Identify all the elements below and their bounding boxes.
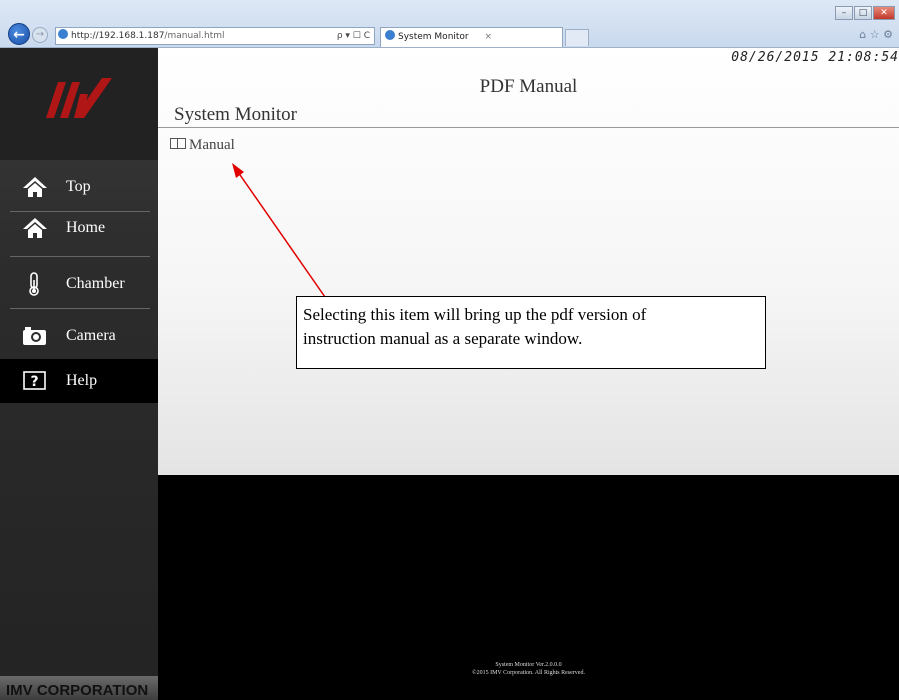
callout-line-1: Selecting this item will bring up the pd… (303, 305, 647, 324)
ie-tab-icon (385, 30, 395, 40)
svg-text:?: ? (30, 374, 38, 390)
sidebar-item-label: Chamber (66, 275, 125, 292)
footer: System Monitor Ver.2.0.0.0 ©2015 IMV Cor… (158, 475, 899, 700)
book-icon (170, 138, 186, 149)
minimize-icon[interactable]: – (835, 6, 853, 20)
close-window-icon[interactable]: ✕ (873, 6, 895, 20)
sidebar-item-home[interactable]: Home (0, 206, 158, 250)
sidebar-item-label: Top (66, 178, 91, 195)
footer-text: System Monitor Ver.2.0.0.0 ©2015 IMV Cor… (158, 661, 899, 677)
browser-toolbar: ← → http://192.168.1.187/manual.html ρ ▾… (0, 0, 899, 48)
url-host: http://192.168.1.187 (71, 31, 165, 41)
page-title: PDF Manual (479, 76, 578, 97)
annotation-callout: Selecting this item will bring up the pd… (296, 296, 766, 369)
sidebar: Top Home Chamber Camera ? Help IMV CORPO… (0, 48, 158, 700)
url-path: /manual.html (164, 31, 225, 41)
tab-close-icon[interactable]: × (484, 28, 492, 46)
divider (158, 127, 899, 128)
camera-icon (23, 327, 46, 345)
sidebar-item-label: Camera (66, 327, 116, 344)
manual-link-label: Manual (189, 137, 235, 153)
tab-title: System Monitor (398, 32, 469, 42)
home-icon (23, 177, 47, 197)
thermometer-icon (29, 272, 39, 296)
divider (10, 256, 150, 257)
sidebar-item-help[interactable]: ? Help (0, 359, 158, 403)
help-icon: ? (23, 371, 46, 390)
sidebar-item-camera[interactable]: Camera (0, 314, 158, 358)
browser-tools-icons[interactable]: ⌂ ☆ ⚙ (859, 27, 893, 43)
section-title: System Monitor (174, 104, 297, 125)
home-icon (23, 218, 47, 238)
ie-page-icon (58, 29, 68, 39)
sidebar-item-label: Home (66, 219, 106, 236)
forward-arrow-icon[interactable]: → (32, 27, 48, 43)
imv-logo-icon (46, 78, 112, 118)
maximize-icon[interactable]: □ (854, 6, 872, 20)
version-text: System Monitor Ver.2.0.0.0 (495, 662, 562, 668)
datetime-display: 08/26/2015 21:08:54 (731, 50, 899, 65)
divider (10, 308, 150, 309)
copyright-text: ©2015 IMV Corporation. All Rights Reserv… (472, 670, 585, 676)
main-content: 08/26/2015 21:08:54 PDF Manual System Mo… (158, 48, 899, 475)
company-name: IMV CORPORATION (0, 676, 158, 700)
address-bar[interactable]: http://192.168.1.187/manual.html ρ ▾ ☐ C (55, 27, 375, 45)
window-controls: – □ ✕ (834, 6, 895, 22)
address-bar-icons[interactable]: ρ ▾ ☐ C (337, 28, 370, 44)
browser-tab[interactable]: System Monitor × (380, 27, 563, 47)
callout-line-2: instruction manual as a separate window. (303, 329, 583, 348)
sidebar-item-top[interactable]: Top (0, 165, 158, 209)
new-tab-button[interactable] (565, 29, 589, 46)
sidebar-item-chamber[interactable]: Chamber (0, 262, 158, 306)
sidebar-item-label: Help (66, 372, 98, 389)
imv-logo (0, 48, 158, 160)
manual-link[interactable]: Manual (170, 136, 235, 154)
back-arrow-icon[interactable]: ← (8, 23, 30, 45)
